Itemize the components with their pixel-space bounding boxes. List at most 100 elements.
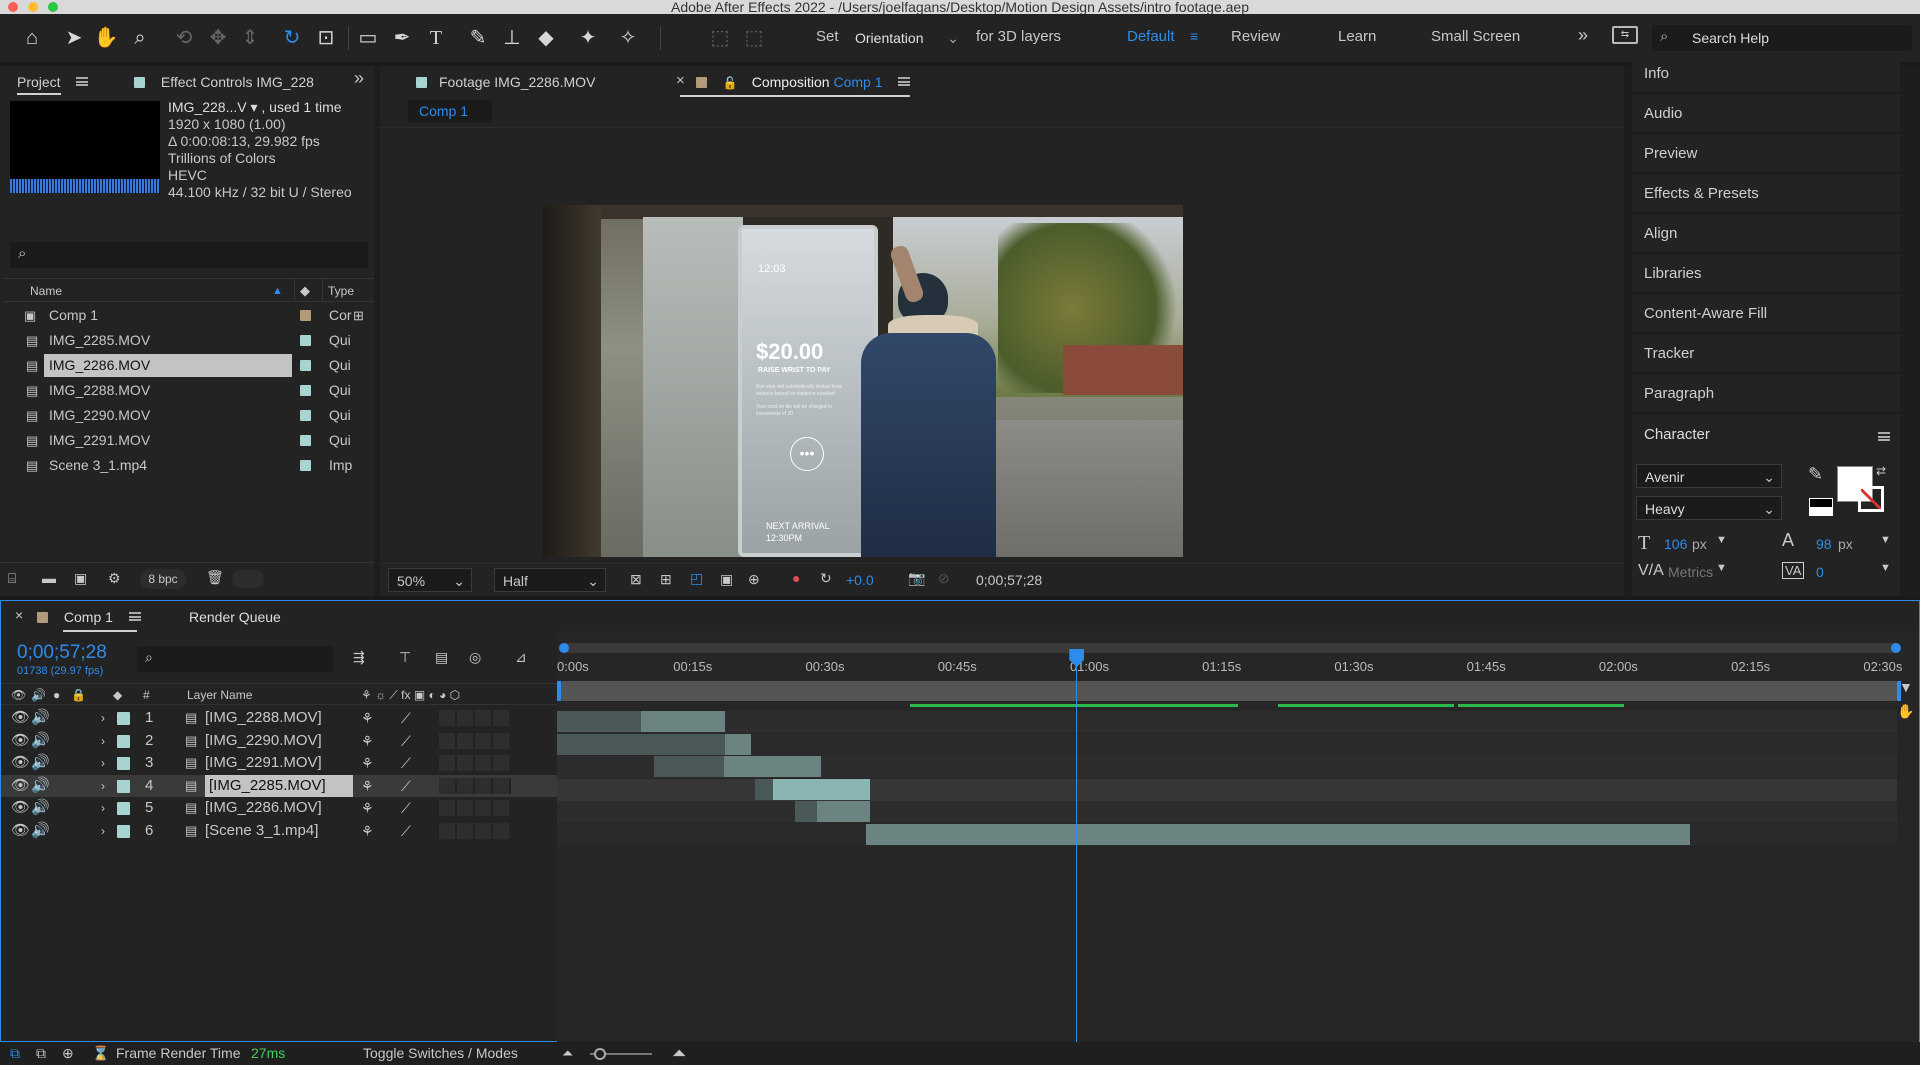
toggle-switches-button[interactable]: Toggle Switches / Modes — [363, 1042, 518, 1065]
resolution-dropdown[interactable]: Half ⌄ — [494, 568, 606, 592]
panel-menu-icon[interactable] — [128, 612, 141, 621]
panel-align[interactable]: Align — [1632, 214, 1900, 253]
show-snapshot-icon[interactable]: ⊘ — [938, 570, 950, 587]
layer-duration-bar[interactable] — [865, 824, 1690, 845]
panel-info[interactable]: Info — [1632, 54, 1900, 93]
exposure-value[interactable]: +0.0 — [846, 572, 874, 588]
layer-name[interactable]: [IMG_2290.MOV] — [205, 730, 353, 752]
chevron-down-icon[interactable]: ▼ — [1716, 534, 1727, 546]
label-icon[interactable]: ◆ — [113, 684, 122, 706]
layer-row[interactable]: 👁 🔊 › 4 ▤ [IMG_2285.MOV] ⚘ ⟋ — [1, 774, 557, 797]
video-eye-icon[interactable]: 👁 — [11, 797, 30, 819]
project-item-comp1[interactable]: ▣ Comp 1 Cor ⊞ — [20, 303, 370, 328]
layer-duration-bar[interactable] — [557, 733, 751, 755]
project-item-scene3[interactable]: ▤ Scene 3_1.mp4 Imp — [20, 453, 370, 478]
quality-icon[interactable]: ⟋ — [401, 752, 411, 774]
shy-icon[interactable]: ⚘ — [361, 775, 374, 797]
sort-up-icon[interactable]: ▲ — [272, 279, 283, 303]
label-swatch[interactable] — [117, 712, 130, 725]
label-swatch[interactable] — [300, 360, 311, 371]
new-composition-icon[interactable]: ▣ — [74, 570, 87, 587]
pen-tool-icon[interactable]: ✒ — [388, 24, 416, 52]
lock-icon[interactable]: 🔓 — [723, 76, 738, 90]
shy-icon[interactable]: ⚘ — [361, 752, 374, 774]
magnification-dropdown[interactable]: 50% ⌄ — [388, 568, 472, 592]
quality-icon[interactable]: ⟋ — [401, 730, 411, 752]
region-of-interest-icon[interactable]: ▣ — [720, 571, 733, 588]
panel-menu-icon[interactable] — [1878, 429, 1890, 445]
puppet-tool-icon[interactable]: ✧ — [614, 24, 642, 52]
panel-preview[interactable]: Preview — [1632, 134, 1900, 173]
layer-switches[interactable] — [439, 777, 511, 794]
layer-row[interactable]: 👁 🔊 › 5 ▤ [IMG_2286.MOV] ⚘ ⟋ — [1, 797, 557, 819]
tab-project[interactable]: Project — [17, 66, 89, 98]
snapping-icon[interactable]: ⬚ — [706, 24, 734, 52]
audio-icon[interactable]: 🔊 — [31, 684, 46, 706]
workspace-default[interactable]: Default — [1127, 28, 1175, 45]
layer-row[interactable]: 👁 🔊 › 6 ▤ [Scene 3_1.mp4] ⚘ ⟋ — [1, 820, 557, 842]
layer-duration-bar[interactable] — [653, 756, 822, 778]
zoom-window-button[interactable] — [48, 2, 58, 12]
project-item-img2291[interactable]: ▤ IMG_2291.MOV Qui — [20, 428, 370, 453]
layer-switches[interactable] — [439, 800, 511, 817]
layer-name[interactable]: [IMG_2291.MOV] — [205, 752, 353, 774]
layer-switches[interactable] — [439, 755, 511, 772]
font-style-dropdown[interactable]: Heavy ⌄ — [1636, 496, 1782, 520]
comp-button-icon[interactable]: ▼ — [1899, 679, 1913, 695]
channel-icon[interactable]: ● — [792, 570, 800, 586]
layer-row[interactable]: 👁 🔊 › 3 ▤ [IMG_2291.MOV] ⚘ ⟋ — [1, 752, 557, 774]
type-tool-icon[interactable]: T — [422, 24, 450, 52]
swap-colors-icon[interactable]: ⇄ — [1876, 464, 1886, 478]
audio-icon[interactable]: 🔊 — [31, 797, 50, 819]
home-icon[interactable]: ⌂ — [18, 24, 46, 52]
tab-render-queue[interactable]: Render Queue — [189, 609, 281, 625]
expand-layer-icon[interactable]: › — [101, 775, 105, 797]
new-folder-icon[interactable]: ▬ — [42, 570, 56, 586]
hand-marker-icon[interactable]: ✋ — [1897, 703, 1914, 720]
work-area-bar[interactable] — [557, 681, 1901, 701]
trash-icon[interactable]: 🗑 — [206, 569, 224, 586]
workspace-learn[interactable]: Learn — [1338, 28, 1376, 45]
selection-tool-icon[interactable]: ➤ — [60, 24, 88, 52]
anchor-point-tool-icon[interactable]: ⊡ — [312, 24, 340, 52]
column-name[interactable]: Name — [30, 279, 62, 303]
rotation-tool-icon[interactable]: ↻ — [278, 24, 306, 52]
label-swatch[interactable] — [117, 779, 130, 793]
project-item-img2286[interactable]: ▤ IMG_2286.MOV Qui — [20, 353, 370, 378]
close-tab-icon[interactable]: × — [15, 607, 23, 623]
label-swatch[interactable] — [300, 385, 311, 396]
in-out-icon[interactable]: ⊕ — [62, 1042, 74, 1065]
video-eye-icon[interactable]: 👁 — [11, 820, 30, 842]
solo-icon[interactable]: ● — [53, 684, 60, 706]
white-swatch[interactable] — [1809, 508, 1833, 516]
zoom-tool-icon[interactable]: ⌕ — [126, 24, 154, 52]
video-eye-icon[interactable]: 👁 — [11, 707, 30, 729]
stroke-color-swatch[interactable] — [1858, 486, 1884, 512]
layer-duration-bar[interactable] — [755, 778, 870, 800]
flowchart-icon[interactable]: ⊞ — [353, 303, 364, 328]
layer-row[interactable]: 👁 🔊 › 2 ▤ [IMG_2290.MOV] ⚘ ⟋ — [1, 730, 557, 752]
panel-content-aware-fill[interactable]: Content-Aware Fill — [1632, 294, 1900, 333]
project-item-img2290[interactable]: ▤ IMG_2290.MOV Qui — [20, 403, 370, 428]
layer-switches-icon[interactable]: ⧉ — [10, 1042, 20, 1065]
roto-brush-tool-icon[interactable]: ✦ — [574, 24, 602, 52]
zoom-in-icon[interactable]: ⏶ — [672, 1042, 686, 1065]
pan-camera-icon[interactable]: ✥ — [204, 24, 232, 52]
audio-icon[interactable]: 🔊 — [31, 752, 50, 774]
label-swatch[interactable] — [300, 310, 311, 321]
leading-value[interactable]: 98 — [1816, 536, 1832, 552]
tab-timeline-comp1[interactable]: Comp 1 — [37, 601, 141, 633]
panel-audio[interactable]: Audio — [1632, 94, 1900, 133]
chevron-down-icon[interactable]: ▼ — [1880, 562, 1891, 574]
black-swatch[interactable] — [1809, 498, 1833, 508]
label-swatch[interactable] — [300, 410, 311, 421]
sync-settings-icon[interactable]: ⇆ — [1612, 26, 1638, 44]
panel-paragraph[interactable]: Paragraph — [1632, 374, 1900, 413]
layer-row[interactable]: 👁 🔊 › 1 ▤ [IMG_2288.MOV] ⚘ ⟋ — [1, 707, 557, 729]
project-item-img2285[interactable]: ▤ IMG_2285.MOV Qui — [20, 328, 370, 353]
dolly-camera-icon[interactable]: ⇕ — [236, 24, 264, 52]
shy-icon[interactable]: ⚘ — [361, 820, 374, 842]
time-navigator[interactable] — [559, 643, 1901, 653]
frame-blending-icon[interactable]: ▤ — [435, 649, 448, 666]
workspace-review[interactable]: Review — [1231, 28, 1280, 45]
